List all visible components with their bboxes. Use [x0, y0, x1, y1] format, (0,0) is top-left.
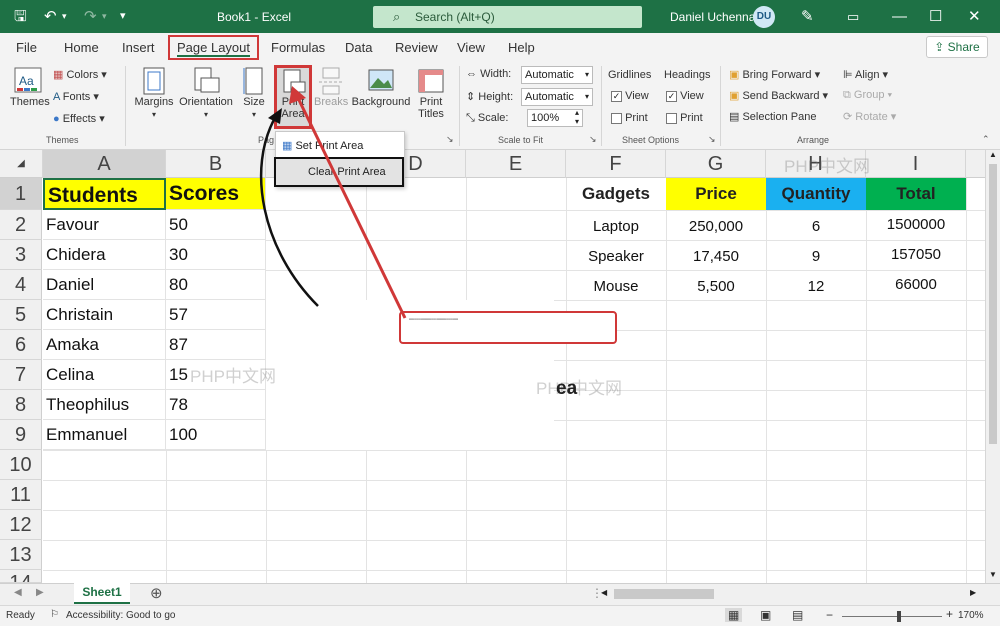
page-layout-view-icon[interactable]: ▣	[760, 608, 771, 622]
next-sheet-icon[interactable]: ▶	[36, 587, 44, 598]
zoom-slider[interactable]	[842, 616, 942, 617]
accessibility-icon: ⚐	[50, 609, 59, 620]
black-arrow	[259, 115, 319, 307]
sheet-tab-bar: ◀ ▶ ⊕ ⋮ ◀ ▶	[0, 583, 1000, 605]
scroll-up-icon[interactable]: ▲	[989, 150, 997, 159]
page-break-view-icon[interactable]: ▤	[792, 608, 803, 622]
vertical-scrollbar[interactable]: ▲ ▼	[985, 150, 1000, 583]
scroll-left-icon[interactable]: ◀	[601, 588, 607, 597]
add-sheet-icon[interactable]: ⊕	[150, 584, 163, 602]
red-arrow	[296, 97, 407, 319]
zoom-out-icon[interactable]: −	[826, 608, 833, 622]
status-ready: Ready	[6, 610, 35, 621]
zoom-slider-thumb[interactable]	[897, 611, 901, 622]
status-bar: Ready ⚐ Accessibility: Good to go ▦ ▣ ▤ …	[0, 605, 1000, 626]
scroll-right-icon[interactable]: ▶	[970, 588, 976, 597]
scroll-down-icon[interactable]: ▼	[989, 570, 997, 579]
zoom-level[interactable]: 170%	[958, 610, 984, 621]
normal-view-icon[interactable]: ▦	[725, 608, 743, 622]
horizontal-scroll-thumb[interactable]	[614, 589, 714, 599]
zoom-in-icon[interactable]: +	[946, 607, 953, 621]
accessibility-status[interactable]: Accessibility: Good to go	[66, 610, 176, 621]
prev-sheet-icon[interactable]: ◀	[14, 587, 22, 598]
scroll-thumb[interactable]	[989, 164, 997, 444]
red-arrowhead	[289, 86, 306, 104]
annotation-arrows	[259, 86, 407, 319]
sheet-tab-sheet1[interactable]: Sheet1	[74, 583, 130, 604]
black-arrowhead	[268, 108, 282, 124]
